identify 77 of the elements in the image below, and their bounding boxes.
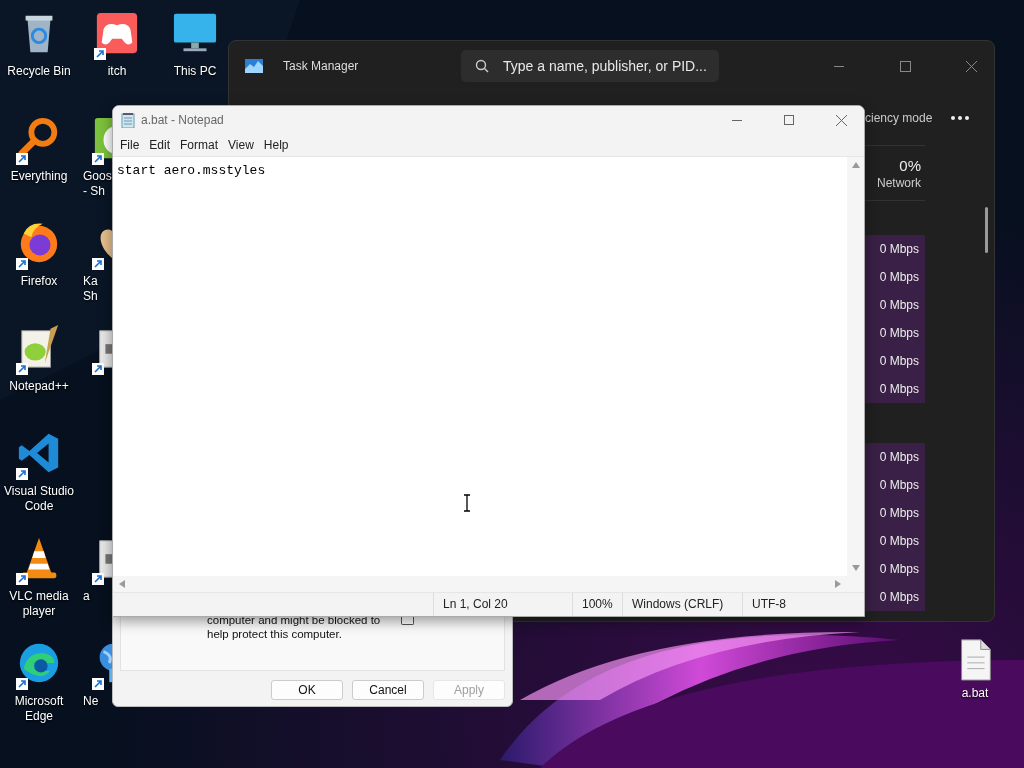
status-bar-item: Ln 1, Col 20: [433, 593, 572, 616]
table-cell: 0 Mbps: [865, 527, 925, 555]
vertical-scrollbar[interactable]: [847, 157, 864, 576]
desktop-icon-label[interactable]: Ne: [78, 694, 99, 709]
unblock-checkbox[interactable]: [401, 617, 414, 625]
status-bar-item: UTF-8: [742, 593, 848, 616]
menu-item[interactable]: Edit: [144, 138, 176, 152]
maximize-icon[interactable]: [899, 60, 911, 72]
shortcut-arrow-icon: [16, 468, 28, 480]
minimize-icon[interactable]: [834, 65, 844, 67]
desktop-icon-label[interactable]: Firefox: [20, 274, 58, 289]
table-cell: 0 Mbps: [865, 499, 925, 527]
more-icon[interactable]: [950, 116, 969, 120]
text-editor-area[interactable]: start aero.msstyles: [113, 157, 847, 576]
desktop-icon-label[interactable]: Notepad++: [9, 379, 69, 394]
horizontal-scrollbar[interactable]: [113, 576, 864, 592]
shortcut-arrow-icon: [16, 153, 28, 165]
column-label: Network: [877, 175, 921, 190]
shortcut-arrow-icon: [16, 258, 28, 270]
scrollbar-thumb[interactable]: [985, 207, 988, 253]
table-cell: 0 Mbps: [865, 347, 925, 375]
table-cell: 0 Mbps: [865, 555, 925, 583]
desktop-icon-label[interactable]: Visual Studio Code: [2, 484, 76, 514]
desktop-icon-label[interactable]: Ka Sh: [78, 274, 98, 304]
menu-item[interactable]: Format: [175, 138, 224, 152]
editor-text: start aero.msstyles: [117, 163, 266, 178]
desktop-icon-label[interactable]: a.bat: [961, 686, 989, 701]
close-icon[interactable]: [965, 60, 977, 72]
shortcut-arrow-icon: [92, 573, 104, 585]
status-bar-item: Windows (CRLF): [622, 593, 742, 616]
menu-item[interactable]: View: [223, 138, 259, 152]
table-cell: 0 Mbps: [865, 471, 925, 499]
window-title: Task Manager: [283, 59, 360, 73]
desktop-icon-label[interactable]: Goos - Sh: [78, 169, 112, 199]
desktop-icon-label[interactable]: This PC: [173, 64, 217, 79]
shortcut-arrow-icon: [92, 153, 104, 165]
table-cell: 0 Mbps: [865, 291, 925, 319]
scroll-down-icon[interactable]: [851, 564, 860, 572]
minimize-icon[interactable]: [732, 119, 742, 121]
maximize-icon[interactable]: [784, 115, 794, 125]
dialog-button[interactable]: OK: [271, 680, 343, 700]
desktop-icon-label[interactable]: Microsoft Edge: [2, 694, 76, 724]
menu-item[interactable]: Help: [258, 138, 294, 152]
search-icon: [475, 59, 489, 73]
close-icon[interactable]: [835, 114, 847, 126]
shortcut-arrow-icon: [94, 48, 106, 60]
shortcut-arrow-icon: [16, 363, 28, 375]
task-manager-icon: [245, 59, 263, 73]
status-bar-item: 100%: [572, 593, 622, 616]
desktop-icon-label[interactable]: Recycle Bin: [7, 64, 71, 79]
shortcut-arrow-icon: [92, 258, 104, 270]
shortcut-arrow-icon: [16, 678, 28, 690]
search-field[interactable]: Type a name, publisher, or PID...: [461, 50, 719, 82]
scroll-left-icon[interactable]: [118, 580, 126, 588]
table-cell: 0 Mbps: [865, 319, 925, 347]
shortcut-arrow-icon: [92, 363, 104, 375]
dialog-button[interactable]: Cancel: [352, 680, 424, 700]
text-cursor-icon: [463, 494, 471, 512]
shortcut-arrow-icon: [16, 573, 28, 585]
notepad-icon: [121, 112, 135, 128]
network-percent: 0%: [899, 156, 921, 174]
scroll-right-icon[interactable]: [834, 580, 842, 588]
desktop-icon-label[interactable]: itch: [107, 64, 127, 79]
shortcut-arrow-icon: [92, 678, 104, 690]
menu-item[interactable]: File: [115, 138, 145, 152]
window-title: a.bat - Notepad: [141, 113, 224, 127]
desktop-icon-label[interactable]: VLC media player: [2, 589, 76, 619]
toolbar-button[interactable]: ciency mode: [865, 111, 933, 125]
table-cell: 0 Mbps: [865, 235, 925, 263]
security-message: computer and might be blocked to help protect this computer.: [207, 613, 382, 641]
table-cell: 0 Mbps: [865, 443, 925, 471]
table-cell: 0 Mbps: [865, 263, 925, 291]
scroll-up-icon[interactable]: [851, 161, 860, 169]
desktop-icon-label[interactable]: Everything: [10, 169, 68, 184]
table-cell: 0 Mbps: [865, 375, 925, 403]
table-cell: 0 Mbps: [865, 583, 925, 611]
desktop-icon-label[interactable]: a: [78, 589, 90, 604]
